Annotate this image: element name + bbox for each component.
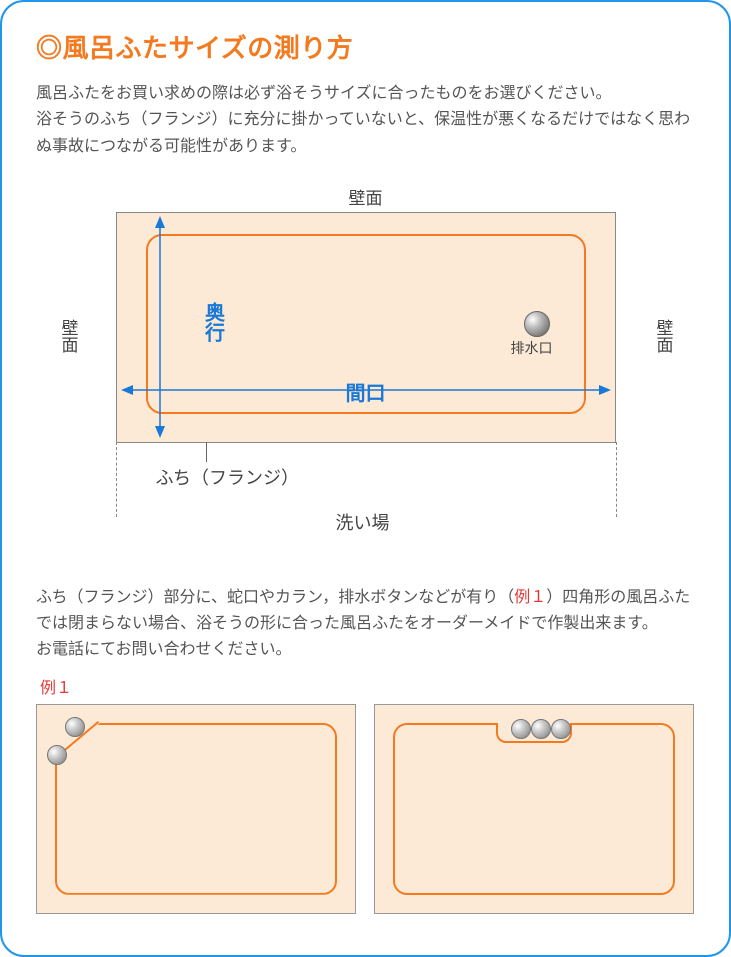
washing-area-label: 洗い場 [336, 509, 390, 535]
wall-label-top: 壁面 [349, 184, 383, 209]
dashed-edge-left [116, 442, 117, 517]
drain-icon [524, 311, 550, 337]
faucet-knob-icon [65, 717, 85, 737]
flange-tick [206, 442, 207, 462]
example-2-lid-outline [393, 723, 675, 895]
body-text-pre: ふち（フランジ）部分に、蛇口やカラン，排水ボタンなどが有り（ [36, 589, 514, 606]
depth-dimension-label: 奥行 [199, 302, 228, 342]
drain-button-icon [531, 719, 551, 739]
bathtub-front-edge [116, 442, 616, 443]
width-dimension-label: 間口 [346, 377, 386, 406]
depth-arrow [152, 216, 168, 438]
wall-label-right: 壁面 [651, 319, 676, 353]
body-paragraph: ふち（フランジ）部分に、蛇口やカラン，排水ボタンなどが有り（例１）四角形の風呂ふ… [36, 558, 695, 664]
body-example-ref: 例１ [514, 589, 546, 606]
example-row [36, 704, 695, 914]
example-heading: 例１ [40, 674, 695, 698]
drain-button-icon [551, 719, 571, 739]
dashed-edge-right [616, 442, 617, 517]
page-title: ◎風呂ふたサイズの測り方 [36, 28, 695, 65]
wall-label-left: 壁面 [56, 319, 81, 353]
example-1-lid-outline [55, 723, 337, 895]
example-1-figure [36, 704, 356, 914]
info-card: ◎風呂ふたサイズの測り方 風呂ふたをお買い求めの際は必ず浴そうサイズに合ったもの… [0, 0, 731, 957]
example-2-figure [374, 704, 694, 914]
drain-label: 排水口 [511, 338, 553, 358]
measurement-figure: 壁面 壁面 壁面 奥行 間口 排水口 ふち（フランジ） 洗い場 [56, 184, 676, 534]
faucet-knob-icon [47, 745, 67, 765]
drain-button-icon [511, 719, 531, 739]
lead-paragraph: 風呂ふたをお買い求めの際は必ず浴そうサイズに合ったものをお選びください。 浴そう… [36, 81, 695, 160]
flange-label: ふち（フランジ） [156, 464, 299, 490]
